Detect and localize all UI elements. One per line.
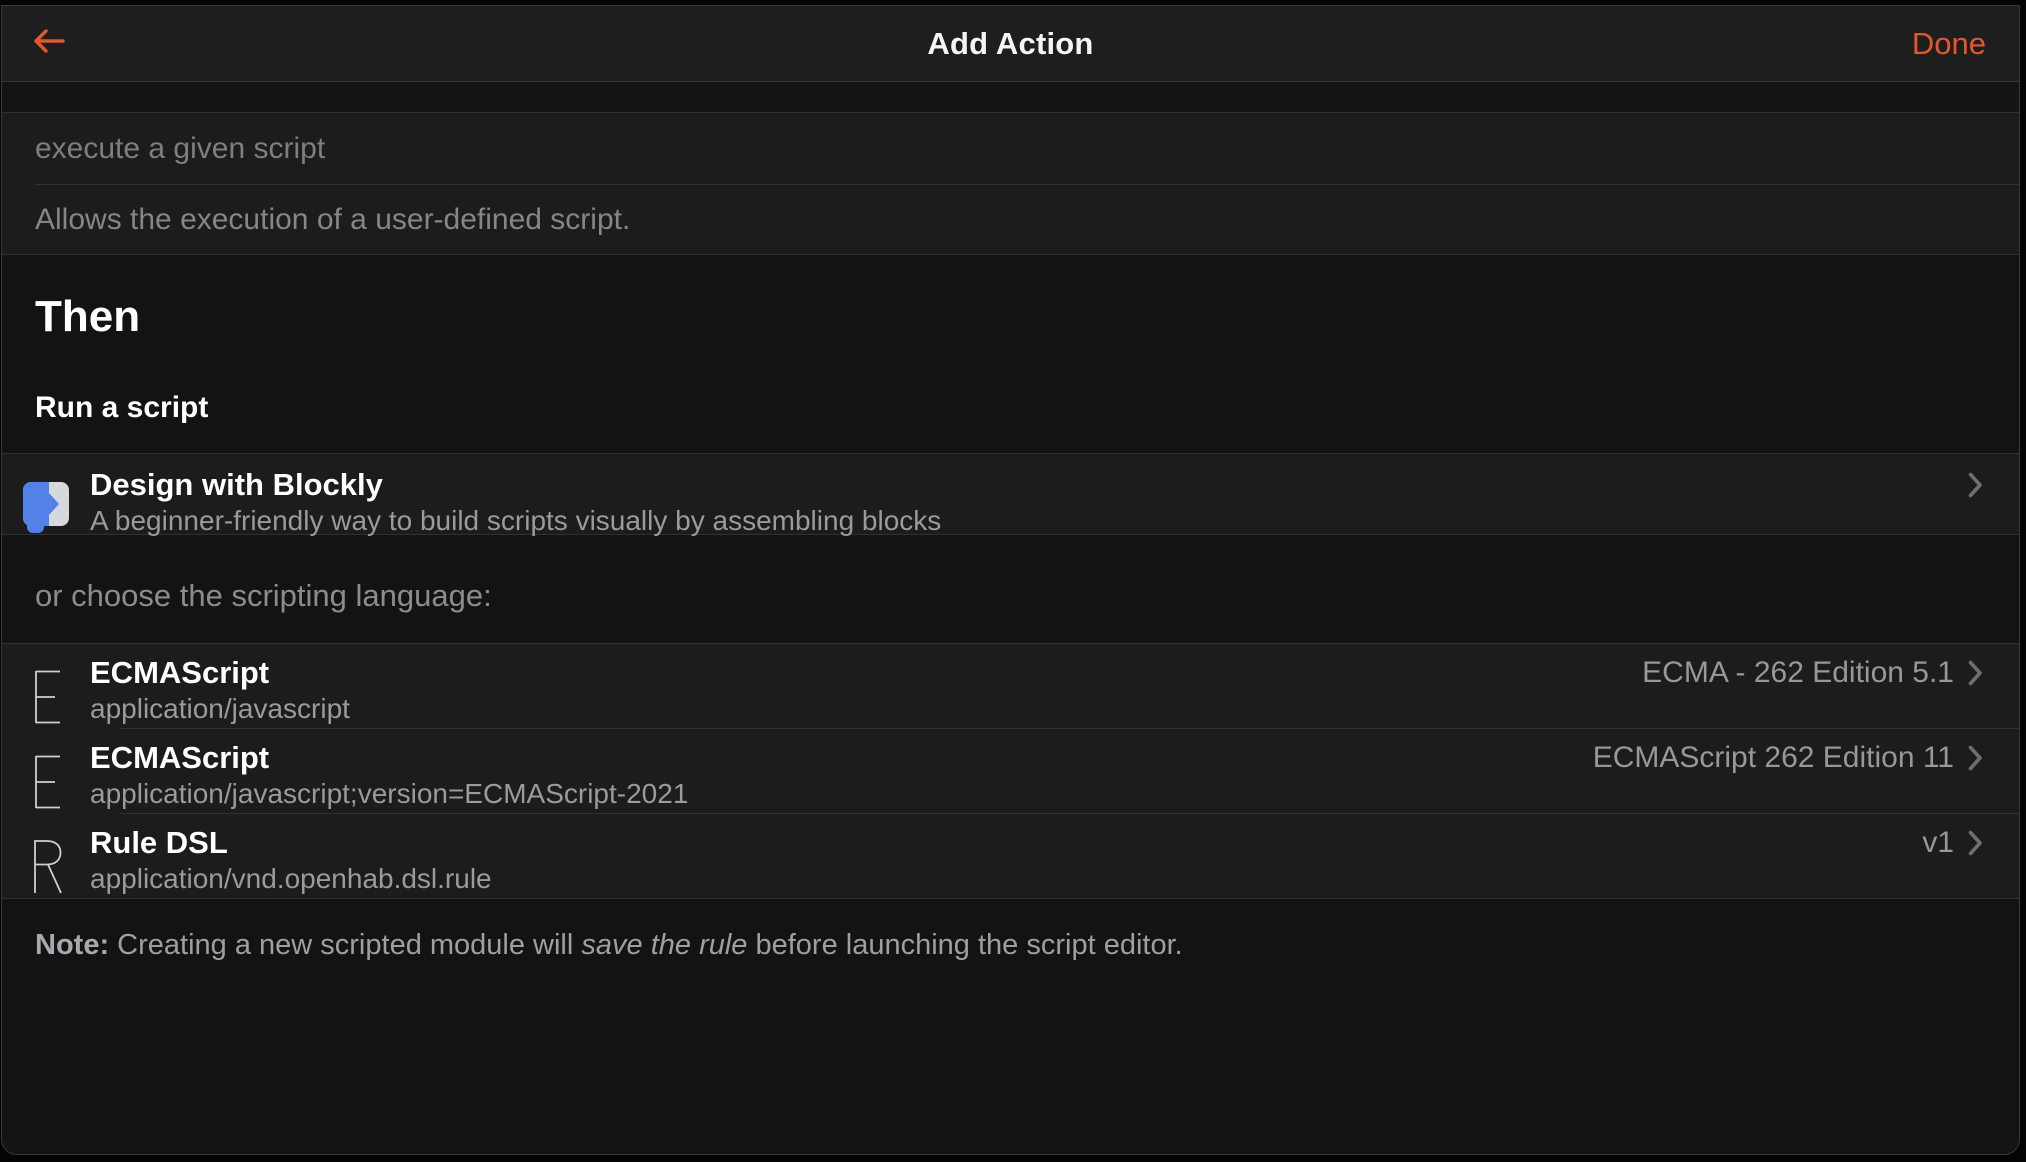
action-info-card: execute a given script Allows the execut… (2, 112, 2019, 255)
done-button[interactable]: Done (1912, 6, 1986, 81)
navbar-gap (2, 82, 2019, 112)
action-description: Allows the execution of a user-defined s… (35, 202, 631, 236)
language-mime: application/javascript (90, 693, 350, 724)
blockly-subtitle: A beginner-friendly way to build scripts… (90, 505, 942, 536)
language-version: ECMA - 262 Edition 5.1 (1642, 656, 1954, 689)
note-text: Note: Creating a new scripted module wil… (35, 929, 1183, 961)
page-title: Add Action (927, 25, 1094, 61)
choose-language-label: or choose the scripting language: (35, 578, 492, 613)
language-title: ECMAScript (90, 655, 270, 690)
blockly-card: Design with Blockly A beginner-friendly … (2, 453, 2019, 536)
language-version: v1 (1922, 826, 1954, 859)
language-item-ecmascript-2021[interactable]: ECMAScript ECMAScript 262 Edition 11 app… (2, 729, 2019, 813)
chevron-right-icon (1968, 472, 1983, 498)
add-action-sheet: Add Action Done execute a given script A… (1, 5, 2020, 1155)
choose-section: or choose the scripting language: (2, 535, 2019, 643)
ecmascript-letter-icon (2, 654, 90, 728)
ecmascript-letter-icon (2, 739, 90, 813)
language-item-ecmascript-5[interactable]: ECMAScript ECMA - 262 Edition 5.1 applic… (2, 644, 2019, 728)
chevron-right-icon (1968, 660, 1983, 686)
design-with-blockly-item[interactable]: Design with Blockly A beginner-friendly … (2, 454, 2019, 536)
run-script-heading: Run a script (35, 391, 209, 424)
action-name-input[interactable]: execute a given script (2, 113, 2019, 184)
note-label: Note: (35, 929, 110, 961)
navbar: Add Action Done (2, 6, 2019, 82)
language-mime: application/vnd.openhab.dsl.rule (90, 863, 492, 894)
footer-section: Note: Creating a new scripted module wil… (2, 899, 2019, 1154)
language-title: Rule DSL (90, 825, 228, 860)
chevron-right-icon (1968, 745, 1983, 771)
then-heading: Then (35, 292, 141, 341)
language-mime: application/javascript;version=ECMAScrip… (90, 778, 689, 809)
language-version: ECMAScript 262 Edition 11 (1592, 741, 1954, 774)
languages-card: ECMAScript ECMA - 262 Edition 5.1 applic… (2, 643, 2019, 899)
blockly-icon (23, 482, 69, 534)
rule-dsl-letter-icon (2, 824, 90, 898)
language-item-rule-dsl[interactable]: Rule DSL v1 application/vnd.openhab.dsl.… (2, 814, 2019, 898)
chevron-right-icon (1968, 830, 1983, 856)
blockly-title: Design with Blockly (90, 467, 383, 502)
language-title: ECMAScript (90, 740, 270, 775)
then-section: Then Run a script (2, 255, 2019, 453)
